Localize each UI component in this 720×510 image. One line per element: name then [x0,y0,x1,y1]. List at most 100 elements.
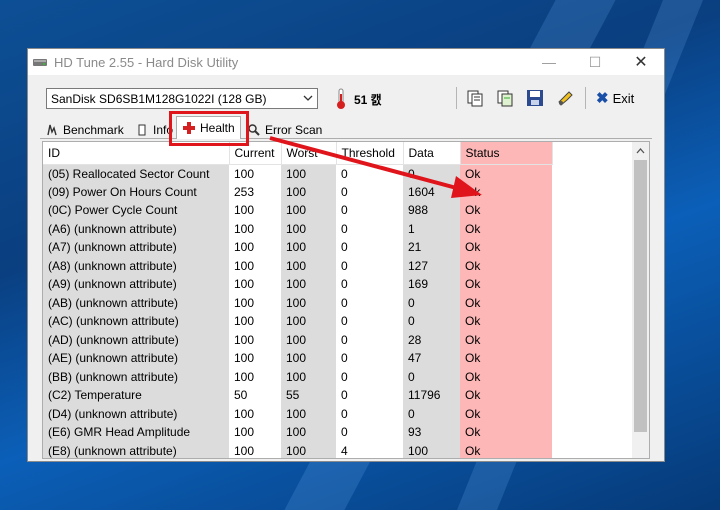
table-row[interactable]: (05) Reallocated Sector Count 100 100 0 0 Ok [43,164,552,183]
table-row[interactable]: (0C) Power Cycle Count 100 100 0 988 Ok [43,201,552,220]
cell-current: 50 [234,388,248,403]
cell-status: Ok [460,423,552,442]
tab-error-scan[interactable]: Error Scan [242,120,327,139]
tab-benchmark[interactable]: Benchmark [40,120,129,139]
tab-benchmark-label: Benchmark [63,122,124,137]
cell-status: Ok [460,201,552,220]
table-row[interactable]: (D4) (unknown attribute) 100 100 0 0 Ok [43,404,552,423]
cell-status: Ok [460,367,552,386]
cell-worst: 100 [281,404,336,423]
cell-threshold: 0 [341,221,348,236]
scroll-up-button[interactable] [632,142,649,159]
cell-threshold: 4 [341,443,348,458]
cell-current: 100 [234,406,255,421]
cell-id: (AD) (unknown attribute) [43,330,229,349]
cell-status: Ok [460,275,552,294]
title-bar[interactable]: HD Tune 2.55 - Hard Disk Utility — ☐ ✕ [28,49,664,75]
cell-threshold: 0 [341,184,348,199]
copy-icon[interactable] [465,88,485,108]
cell-threshold: 0 [341,240,348,255]
maximize-button[interactable]: ☐ [572,49,618,75]
column-header-data[interactable]: Data [403,142,461,165]
cell-threshold: 0 [341,314,348,329]
thermometer-icon [337,88,345,109]
scroll-thumb[interactable] [634,160,647,432]
cell-threshold: 0 [341,203,348,218]
table-row[interactable]: (AC) (unknown attribute) 100 100 0 0 Ok [43,312,552,331]
cell-current: 100 [234,369,255,384]
table-row[interactable]: (09) Power On Hours Count 253 100 0 1604 Ok [43,182,552,201]
cell-worst: 100 [281,256,336,275]
column-header-worst[interactable]: Worst [281,142,337,165]
table-row[interactable]: (C2) Temperature 50 55 0 11796 Ok [43,386,552,405]
info-icon [138,124,146,135]
cell-current: 100 [234,166,255,181]
cell-threshold: 0 [341,388,348,403]
cell-status: Ok [460,238,552,257]
cell-current: 100 [234,258,255,273]
column-header-threshold[interactable]: Threshold [336,142,404,165]
table-row[interactable]: (AB) (unknown attribute) 100 100 0 0 Ok [43,293,552,312]
table-row[interactable]: (E8) (unknown attribute) 100 100 4 100 Ok [43,441,552,458]
magnifier-icon [248,123,260,136]
copy-all-icon[interactable] [495,88,515,108]
table-row[interactable]: (AE) (unknown attribute) 100 100 0 47 Ok [43,349,552,368]
cell-current: 100 [234,425,255,440]
table-row[interactable]: (A8) (unknown attribute) 100 100 0 127 Ok [43,256,552,275]
cell-id: (05) Reallocated Sector Count [43,164,229,183]
save-icon[interactable] [525,88,545,108]
table-row[interactable]: (A7) (unknown attribute) 100 100 0 21 Ok [43,238,552,257]
cell-data: 0 [403,312,460,331]
smart-attributes-table[interactable]: ID Current Worst Threshold Data Status (… [42,141,650,459]
cell-id: (A7) (unknown attribute) [43,238,229,257]
cell-current: 100 [234,443,255,458]
cell-current: 100 [234,277,255,292]
cell-data: 988 [403,201,460,220]
cell-threshold: 0 [341,406,348,421]
cell-worst: 100 [281,349,336,368]
cell-worst: 55 [281,386,336,405]
cell-data: 169 [403,275,460,294]
table-row[interactable]: (AD) (unknown attribute) 100 100 0 28 Ok [43,330,552,349]
hard-disk-icon [33,59,47,66]
cell-data: 28 [403,330,460,349]
cell-data: 0 [403,367,460,386]
close-button[interactable]: ✕ [618,49,664,75]
table-row[interactable]: (A9) (unknown attribute) 100 100 0 169 Ok [43,275,552,294]
cell-current: 253 [234,184,255,199]
cell-current: 100 [234,221,255,236]
options-icon[interactable] [555,88,575,108]
minimize-button[interactable]: — [526,49,572,75]
exit-label: Exit [612,90,635,106]
vertical-scrollbar[interactable] [632,142,649,458]
cell-id: (A8) (unknown attribute) [43,256,229,275]
table-row[interactable]: (A6) (unknown attribute) 100 100 0 1 Ok [43,219,552,238]
cell-id: (D4) (unknown attribute) [43,404,229,423]
cell-status: Ok [460,330,552,349]
cell-id: (BB) (unknown attribute) [43,367,229,386]
cell-worst: 100 [281,182,336,201]
chevron-down-icon [303,95,313,101]
column-header-status[interactable]: Status [460,142,553,165]
drive-select[interactable]: SanDisk SD6SB1M128G1022I (128 GB) [46,88,318,109]
cell-status: Ok [460,386,552,405]
cell-data: 1604 [403,182,460,201]
hdtune-window: HD Tune 2.55 - Hard Disk Utility — ☐ ✕ S… [27,48,665,462]
cell-id: (E8) (unknown attribute) [43,441,229,458]
cell-threshold: 0 [341,258,348,273]
cell-current: 100 [234,314,255,329]
cell-worst: 100 [281,293,336,312]
cell-data: 47 [403,349,460,368]
close-icon: ✖ [596,90,609,107]
cell-worst: 100 [281,275,336,294]
table-row[interactable]: (BB) (unknown attribute) 100 100 0 0 Ok [43,367,552,386]
cell-id: (E6) GMR Head Amplitude [43,423,229,442]
cell-status: Ok [460,164,552,183]
cell-current: 100 [234,351,255,366]
tab-strip: Benchmark Info Health Error Scan [28,115,664,139]
cell-threshold: 0 [341,369,348,384]
cell-worst: 100 [281,441,336,458]
table-row[interactable]: (E6) GMR Head Amplitude 100 100 0 93 Ok [43,423,552,442]
cell-worst: 100 [281,201,336,220]
exit-button[interactable]: ✖ Exit [596,89,634,107]
